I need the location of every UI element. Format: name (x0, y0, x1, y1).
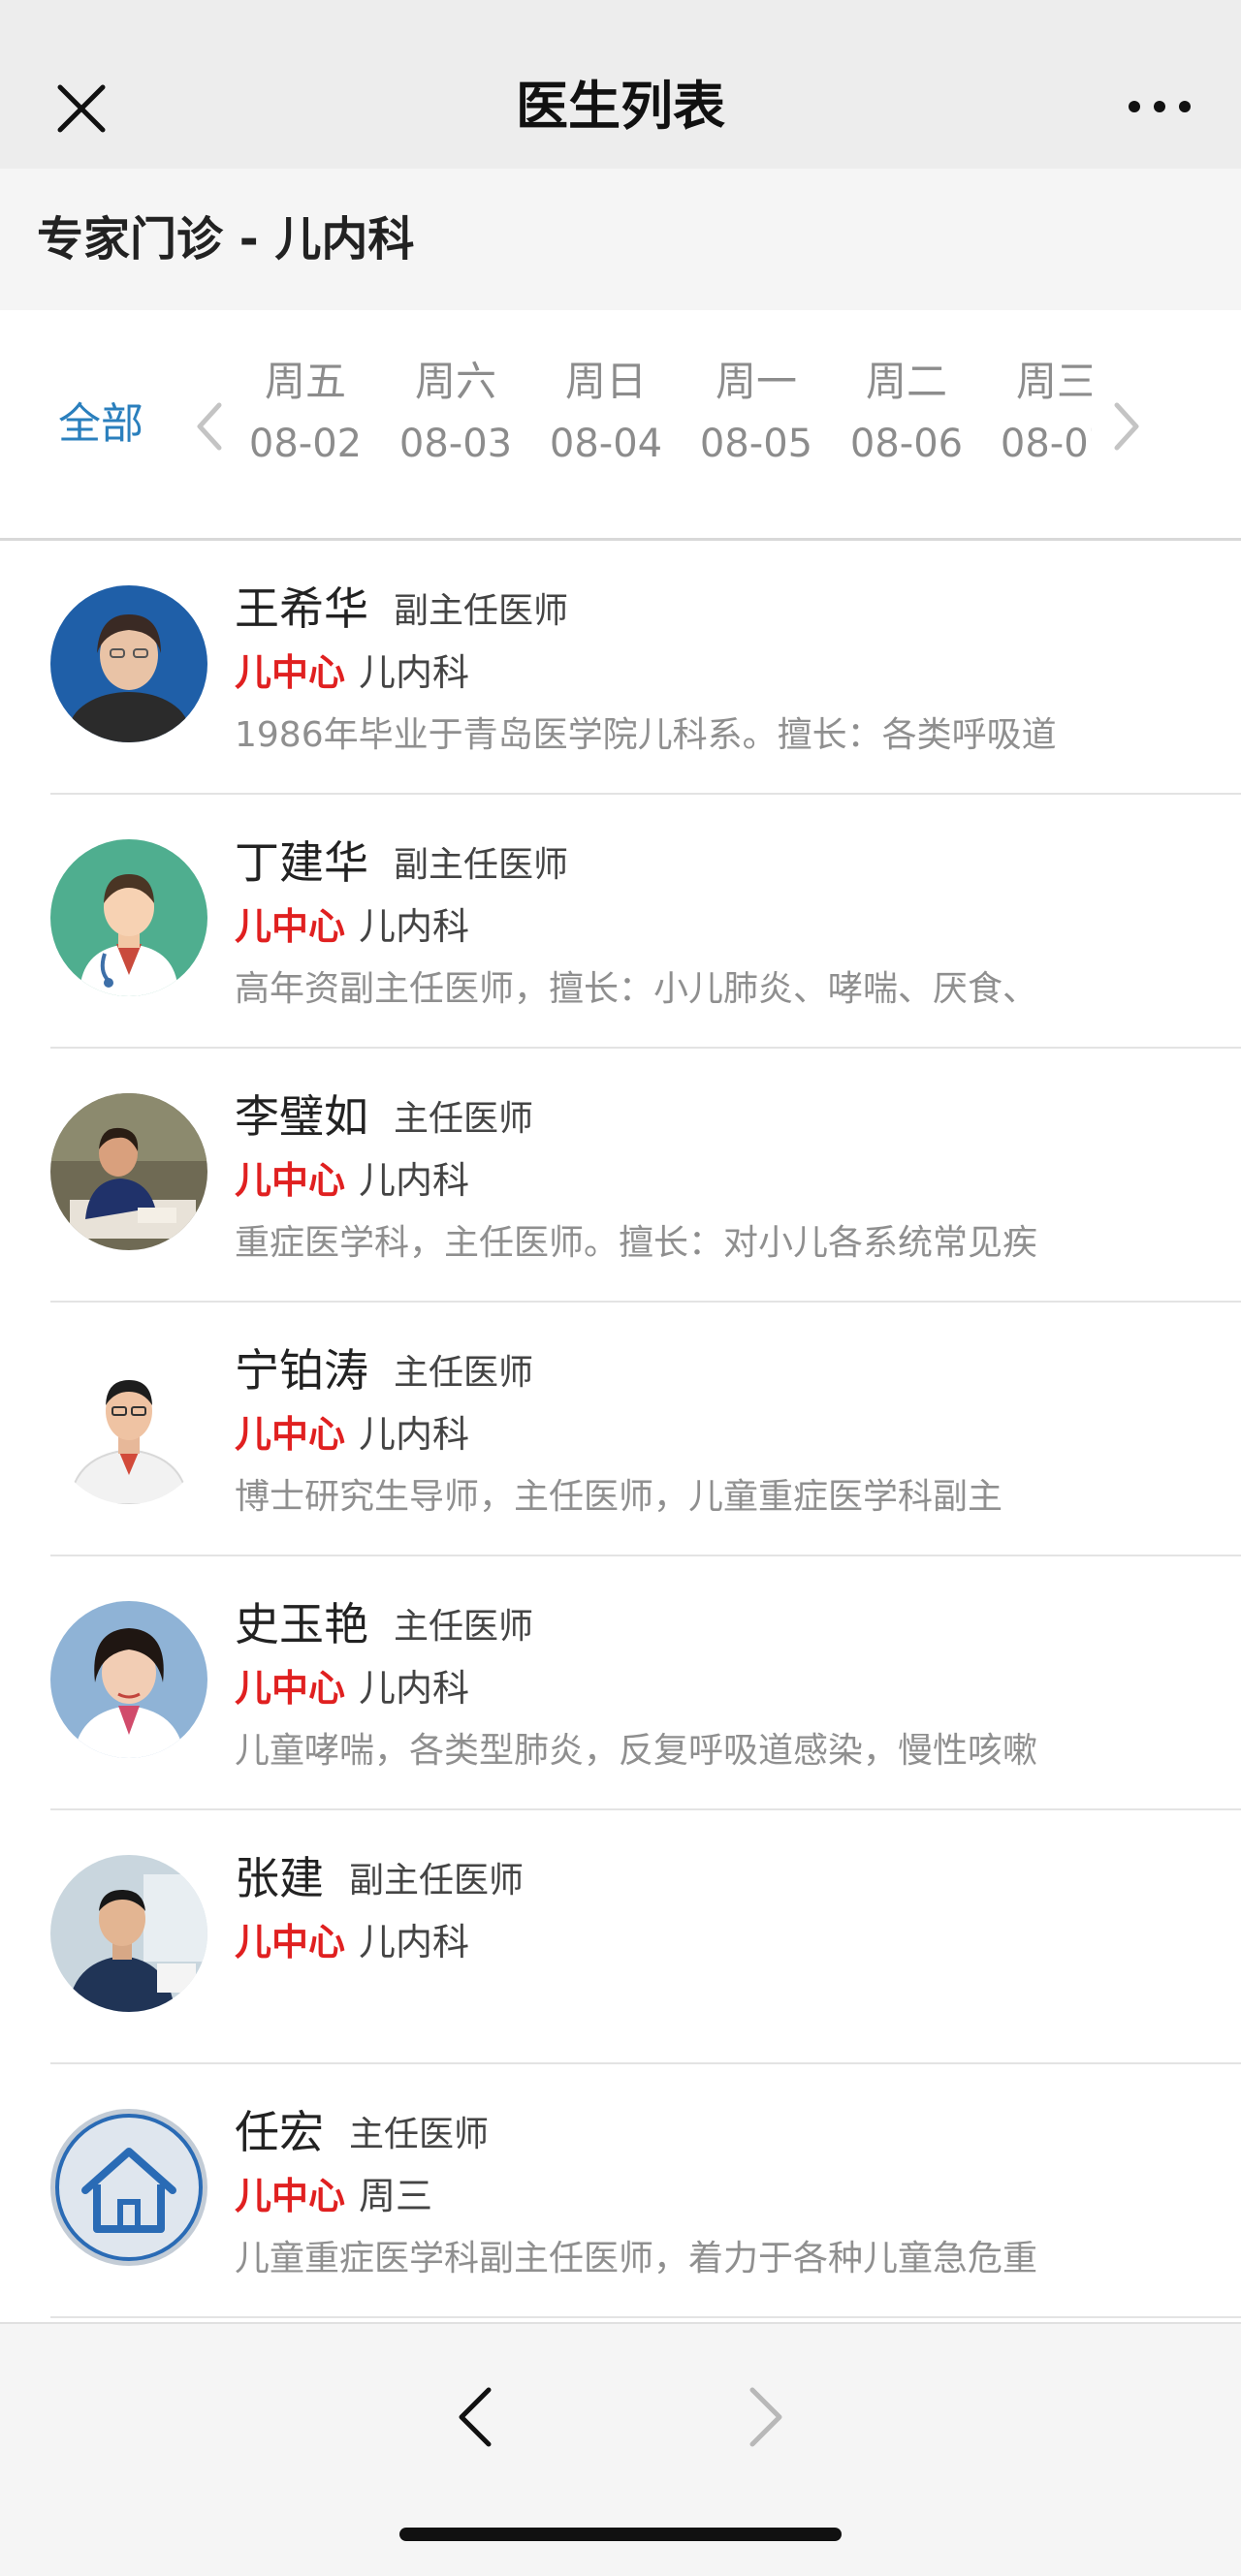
doctor-title: 主任医师 (394, 1353, 534, 1393)
doctor-name: 李璧如 (235, 1090, 368, 1143)
doctor-department: 儿内科 (359, 651, 470, 694)
doctor-name: 任宏 (235, 2106, 324, 2158)
home-indicator (399, 2528, 842, 2541)
day-tabs: 周五 08-02 周六 08-03 周日 08-04 周一 08-05 周二 08-06 周三 08-… (233, 351, 1092, 506)
doctor-department: 周三 (359, 2175, 433, 2217)
doctor-name: 张建 (235, 1852, 324, 1904)
day-weekday: 周一 (715, 358, 797, 405)
doctor-description: 重症医学科，主任医师。擅长：对小儿各系统常见疾 (235, 1223, 1038, 1263)
doctor-card[interactable]: 王希华 副主任医师儿中心 儿内科 1986年毕业于青岛医学院儿科系。擅长：各类呼吸道 (0, 541, 1241, 795)
doctor-photo (50, 585, 207, 742)
doctor-photo (50, 1347, 207, 1504)
page-title: 医生列表 (516, 76, 725, 137)
doctor-card[interactable]: 李璧如 主任医师儿中心 儿内科重症医学科，主任医师。擅长：对小儿各系统常见疾 (0, 1049, 1241, 1303)
chevron-left-icon[interactable] (190, 397, 229, 456)
doctor-photo (50, 1093, 207, 1250)
day-weekday: 周三 (1015, 358, 1092, 405)
doctor-center: 儿中心 (235, 2175, 346, 2217)
doctor-name: 史玉艳 (235, 1598, 368, 1650)
doctor-center: 儿中心 (235, 651, 346, 694)
doctor-card[interactable]: 丁建华 副主任医师儿中心 儿内科高年资副主任医师，擅长：小儿肺炎、哮喘、厌食、 (0, 795, 1241, 1049)
day-date: 08-05 (699, 422, 813, 466)
day-tab[interactable]: 周六 08-03 (383, 351, 528, 475)
day-weekday: 周日 (564, 358, 647, 405)
doctor-department: 儿内科 (359, 1413, 470, 1456)
day-date: 08-03 (398, 422, 513, 466)
doctor-title: 副主任医师 (394, 845, 569, 885)
doctor-title: 主任医师 (349, 2115, 490, 2154)
section-title: 专家门诊 - 儿内科 (37, 212, 415, 267)
doctor-title: 主任医师 (394, 1099, 534, 1139)
doctor-card[interactable]: 张建 副主任医师 儿中心 儿内科 (0, 1810, 1241, 2064)
doctor-name: 王希华 (235, 582, 368, 635)
doctor-avatar-illustration (50, 839, 207, 996)
doctor-center: 儿中心 (235, 1159, 346, 1202)
day-weekday: 周二 (865, 358, 947, 405)
doctor-name: 宁铂涛 (235, 1344, 368, 1397)
day-date: 08-06 (849, 422, 964, 466)
day-date: 08-07 (1000, 422, 1092, 466)
day-weekday: 周五 (264, 358, 346, 405)
doctor-photo (50, 1855, 207, 2012)
day-tab[interactable]: 周一 08-05 (684, 351, 829, 475)
doctor-department: 儿内科 (359, 1159, 470, 1202)
top-navbar: 医生列表 (0, 0, 1241, 169)
doctor-title: 副主任医师 (349, 1861, 525, 1901)
doctor-title: 副主任医师 (394, 591, 569, 631)
more-dots-icon[interactable] (1125, 89, 1194, 124)
doctor-center: 儿中心 (235, 1413, 346, 1456)
bottom-browser-bar (0, 2322, 1241, 2576)
hospital-logo-icon (50, 2109, 207, 2266)
all-dates-button[interactable]: 全部 (58, 395, 143, 454)
doctor-center: 儿中心 (235, 1921, 346, 1963)
doctor-list: 王希华 副主任医师 儿中心 儿内科 1986年毕业于青岛医学院儿科系。擅长：各类呼吸道丁… (0, 541, 1241, 2322)
doctor-description: 儿童哮喘，各类型肺炎，反复呼吸道感染，慢性咳嗽 (235, 1731, 1038, 1771)
day-tab[interactable]: 周五 08-02 (233, 351, 378, 475)
day-weekday: 周六 (414, 358, 496, 405)
forward-arrow-icon[interactable] (743, 2382, 789, 2452)
chevron-right-icon[interactable] (1107, 397, 1146, 456)
doctor-department: 儿内科 (359, 1921, 470, 1963)
doctor-card[interactable]: 任宏 主任医师 儿中心 周三儿童重症医学科副主任医师，着力于各种儿童急危重 (0, 2064, 1241, 2318)
doctor-card[interactable]: 史玉艳 主任医师儿中心 儿内科儿童哮喘，各类型肺炎，反复呼吸道感染，慢性咳嗽 (0, 1556, 1241, 1810)
day-tab[interactable]: 周二 08-06 (834, 351, 979, 475)
doctor-description: 博士研究生导师，主任医师，儿童重症医学科副主 (235, 1477, 1003, 1517)
doctor-department: 儿内科 (359, 1667, 470, 1710)
doctor-department: 儿内科 (359, 905, 470, 948)
doctor-photo (50, 1601, 207, 1758)
doctor-center: 儿中心 (235, 905, 346, 948)
doctor-center: 儿中心 (235, 1667, 346, 1710)
day-date: 08-02 (248, 422, 363, 466)
date-selector: 全部 周五 08-02 周六 08-03 周日 08-04 周一 08-05 周二 08-06 周三… (0, 310, 1241, 541)
day-date: 08-04 (549, 422, 663, 466)
back-arrow-icon[interactable] (452, 2382, 498, 2452)
day-tab[interactable]: 周三 08-07 (984, 351, 1092, 475)
day-tab[interactable]: 周日 08-04 (533, 351, 679, 475)
doctor-name: 丁建华 (235, 836, 368, 889)
section-header: 专家门诊 - 儿内科 (0, 169, 1241, 310)
doctor-card[interactable]: 宁铂涛 主任医师儿中心 儿内科博士研究生导师，主任医师，儿童重症医学科副主 (0, 1303, 1241, 1556)
card-divider (50, 2316, 1241, 2318)
doctor-description: 高年资副主任医师，擅长：小儿肺炎、哮喘、厌食、 (235, 969, 1038, 1009)
doctor-description: 1986年毕业于青岛医学院儿科系。擅长：各类呼吸道 (235, 715, 1057, 755)
doctor-description: 儿童重症医学科副主任医师，着力于各种儿童急危重 (235, 2239, 1038, 2278)
doctor-title: 主任医师 (394, 1607, 534, 1647)
